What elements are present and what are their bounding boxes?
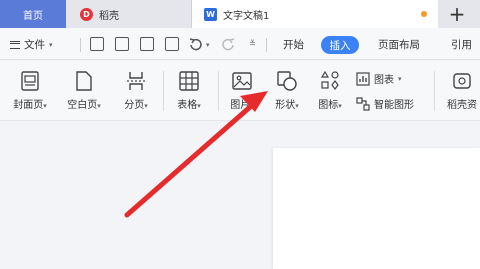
writer-logo-icon: W [204, 7, 217, 21]
document-page[interactable] [273, 148, 480, 269]
chart-button[interactable]: 图表 ▾ [356, 71, 402, 86]
page-break-button[interactable]: 分页▾ [117, 71, 155, 111]
file-menu-label: 文件 [24, 39, 45, 51]
chart-icon [356, 71, 370, 86]
cover-page-icon [21, 71, 39, 91]
window-tab-bar: 首页 D 稻壳 W 文字文稿1 + [0, 0, 480, 28]
icons-library-icon [320, 71, 339, 90]
tab-document-label: 文字文稿1 [223, 10, 270, 22]
shape-label: 形状 [275, 100, 296, 111]
cover-page-label: 封面页 [13, 100, 44, 111]
divider [266, 38, 267, 52]
print-icon[interactable] [140, 37, 154, 51]
table-button[interactable]: 表格▾ [170, 71, 208, 111]
blank-page-label: 空白页 [67, 100, 98, 111]
smartart-label: 智能图形 [374, 100, 414, 111]
chevron-down-icon: ▾ [43, 102, 47, 110]
picture-icon [232, 72, 252, 90]
chart-label: 图表 [374, 75, 394, 86]
divider [218, 71, 219, 111]
new-tab-plus-icon[interactable]: + [445, 0, 469, 28]
picture-label: 图片 [230, 100, 251, 111]
tab-home[interactable]: 首页 [0, 0, 66, 28]
tab-start[interactable]: 开始 [283, 37, 304, 52]
print-preview-icon[interactable] [165, 37, 179, 51]
icon-label: 图标 [318, 100, 339, 111]
divider [434, 71, 435, 111]
unsaved-dot-icon [421, 11, 427, 17]
export-icon[interactable] [115, 37, 129, 51]
table-icon [179, 71, 199, 91]
daoke-logo-icon: D [80, 7, 93, 21]
tab-document[interactable]: W 文字文稿1 [192, 0, 438, 28]
insert-ribbon: 封面页▾ 空白页▾ 分页▾ 表格▾ 图片▾ 形状▾ 图标▾ 图表 ▾ 智能图形 … [0, 61, 480, 121]
chevron-down-icon: ▾ [49, 40, 53, 49]
shape-icon [277, 71, 297, 91]
smartart-icon [356, 96, 370, 111]
daoke-resources-label: 稻壳资 [447, 100, 477, 111]
chevron-down-icon: ▾ [250, 102, 254, 110]
chevron-down-icon: ▾ [97, 102, 101, 110]
menu-bar: 文件 ▾ ▾ ≚ 开始 插入 页面布局 引用 [0, 28, 480, 60]
picture-button[interactable]: 图片▾ [225, 71, 259, 111]
chevron-down-icon: ▾ [197, 102, 201, 110]
page-break-icon [127, 72, 145, 90]
redo-icon[interactable] [222, 37, 236, 51]
table-label: 表格 [177, 100, 198, 111]
icon-button[interactable]: 图标▾ [312, 71, 348, 111]
save-icon[interactable] [90, 37, 104, 51]
tab-references[interactable]: 引用 [451, 37, 472, 52]
tab-daoke[interactable]: D 稻壳 [66, 0, 192, 28]
blank-page-button[interactable]: 空白页▾ [64, 71, 104, 111]
page-break-label: 分页 [124, 100, 145, 111]
tab-daoke-label: 稻壳 [99, 10, 119, 22]
tab-home-label: 首页 [23, 10, 43, 22]
chevron-down-icon: ▾ [398, 74, 402, 83]
chevron-down-icon: ▾ [144, 102, 148, 110]
file-menu[interactable]: 文件 ▾ [10, 37, 53, 52]
tab-page-layout[interactable]: 页面布局 [378, 37, 420, 52]
cover-page-button[interactable]: 封面页▾ [10, 71, 50, 111]
chevron-down-icon: ▾ [338, 102, 342, 110]
undo-icon[interactable]: ▾ [188, 37, 216, 51]
menu-icon [10, 40, 20, 49]
chevron-down-icon: ▾ [295, 102, 299, 110]
shape-button[interactable]: 形状▾ [267, 71, 307, 111]
quick-access-more-icon[interactable]: ≚ [249, 39, 256, 48]
smartart-button[interactable]: 智能图形 [356, 96, 414, 111]
daoke-resources-icon [453, 73, 471, 89]
svg-text:▾: ▾ [206, 41, 210, 49]
divider [80, 38, 81, 52]
divider [163, 71, 164, 111]
tab-insert[interactable]: 插入 [321, 36, 359, 54]
blank-page-icon [76, 71, 92, 91]
tab-insert-label: 插入 [329, 39, 351, 52]
daoke-resources-button[interactable]: 稻壳资 [442, 71, 480, 111]
